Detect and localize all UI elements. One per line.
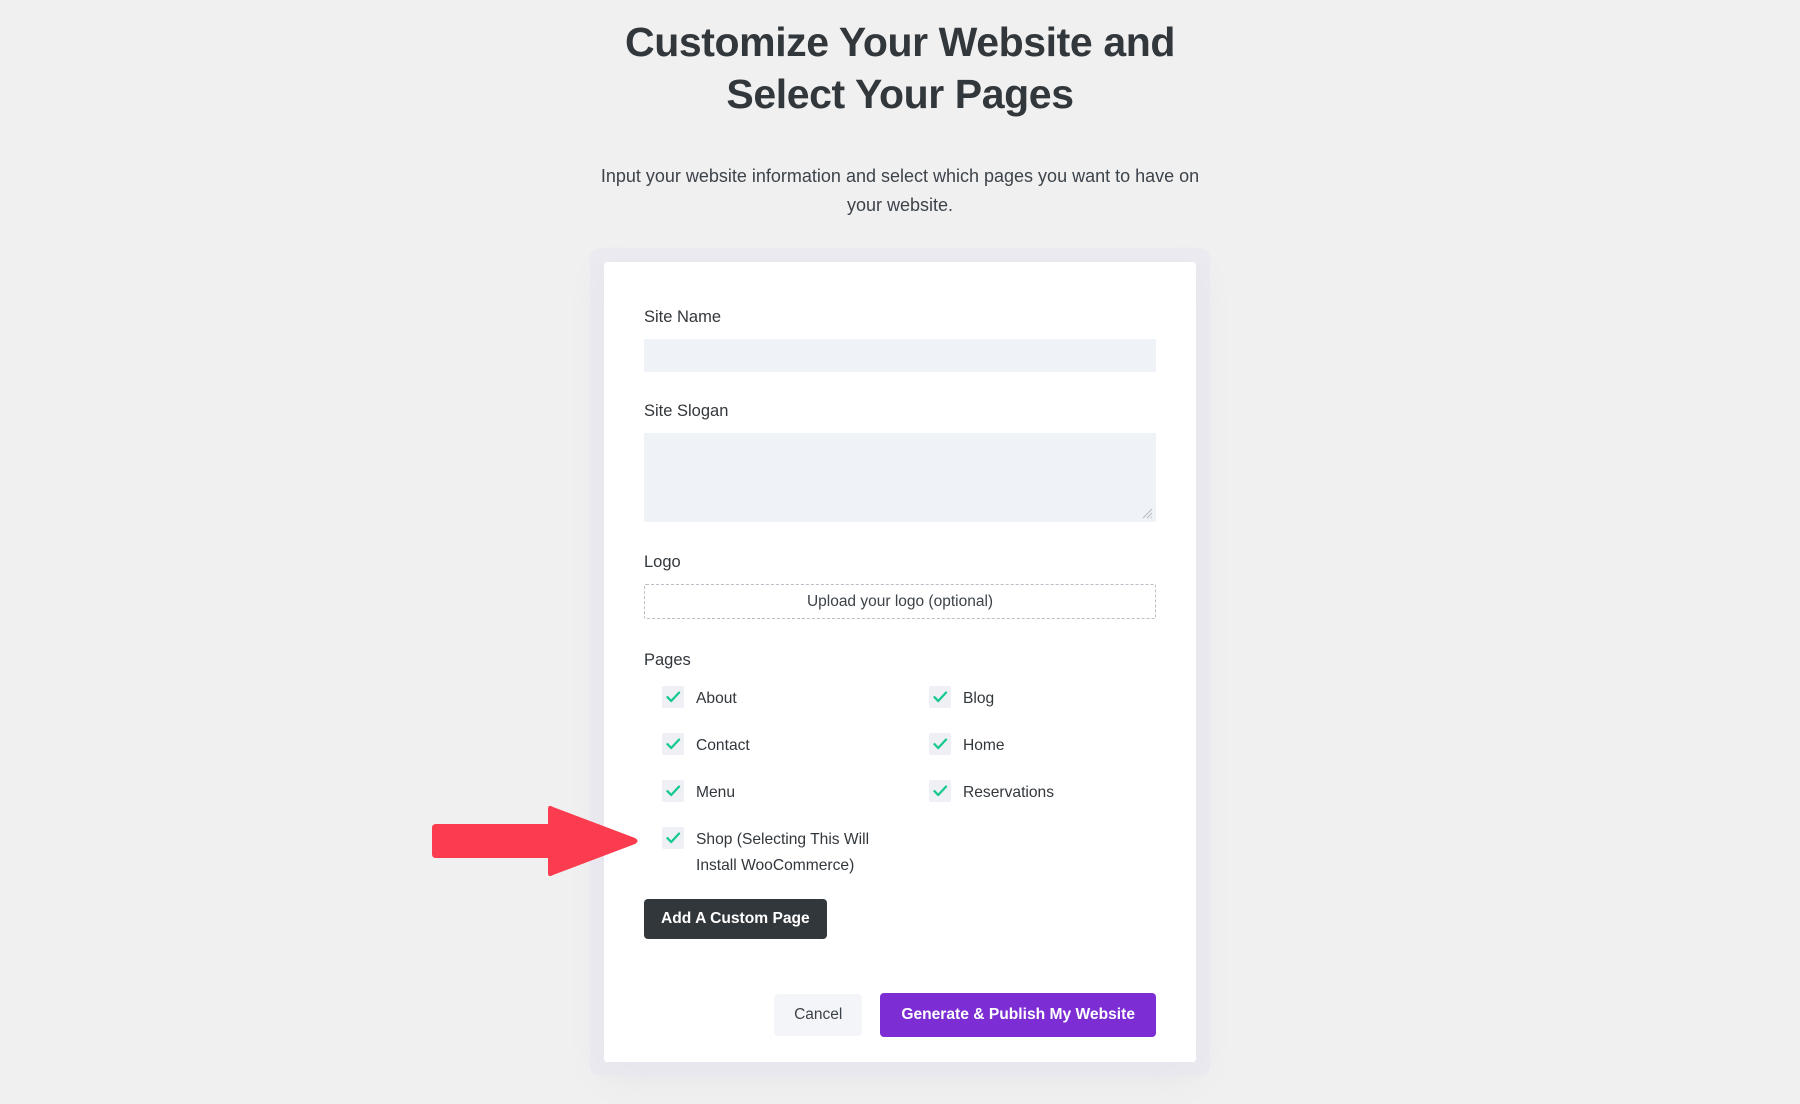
add-custom-page-button[interactable]: Add A Custom Page (644, 899, 827, 939)
site-slogan-textarea[interactable] (644, 433, 1156, 522)
page-checkbox-contact[interactable]: Contact (662, 733, 929, 780)
pages-label: Pages (644, 651, 691, 669)
page-checkbox-blog[interactable]: Blog (929, 686, 1174, 733)
page-label: Home (963, 737, 1005, 754)
customization-card: Site Name Site Slogan Logo Upload your l… (604, 262, 1196, 1062)
checkbox-checked-icon[interactable] (662, 780, 684, 802)
page-header: Customize Your Website and Select Your P… (0, 0, 1800, 220)
cancel-button[interactable]: Cancel (774, 994, 863, 1036)
card-content: Site Name Site Slogan Logo Upload your l… (604, 262, 1196, 1037)
page-subtitle: Input your website information and selec… (600, 166, 1200, 215)
page-checkbox-shop[interactable]: Shop (Selecting This Will Install WooCom… (662, 827, 929, 883)
logo-upload-text: Upload your logo (optional) (806, 592, 994, 610)
page-checkbox-reservations[interactable]: Reservations (929, 780, 1174, 827)
page-label: About (696, 690, 737, 707)
generate-publish-button[interactable]: Generate & Publish My Website (880, 993, 1156, 1037)
page-root: Customize Your Website and Select Your P… (0, 0, 1800, 1104)
logo-field-group: Logo Upload your logo (optional) (644, 551, 1156, 619)
page-label: Menu (696, 784, 736, 801)
page-checkbox-home[interactable]: Home (929, 733, 1174, 780)
checkbox-checked-icon[interactable] (662, 686, 684, 708)
pages-grid-spacer (929, 827, 1174, 883)
site-slogan-label: Site Slogan (644, 402, 729, 420)
page-label: Contact (696, 737, 750, 754)
page-label: Shop (Selecting This Will Install WooCom… (696, 831, 870, 874)
pages-checkbox-grid: About Blog Contact Home Menu Reservation… (644, 686, 1156, 883)
logo-label: Logo (644, 553, 681, 571)
page-title: Customize Your Website and Select Your P… (624, 19, 1176, 117)
page-label: Reservations (963, 784, 1055, 801)
pages-field-group: Pages About Blog Contact Home Menu Reser… (644, 649, 1156, 939)
logo-upload-dropzone[interactable]: Upload your logo (optional) (644, 584, 1156, 619)
site-name-input[interactable] (644, 339, 1156, 372)
checkbox-checked-icon[interactable] (662, 827, 684, 849)
site-name-field-group: Site Name (644, 306, 1156, 372)
checkbox-checked-icon[interactable] (662, 733, 684, 755)
checkbox-checked-icon[interactable] (929, 686, 951, 708)
site-name-label: Site Name (644, 308, 722, 326)
checkbox-checked-icon[interactable] (929, 733, 951, 755)
site-slogan-field-group: Site Slogan (644, 400, 1156, 522)
site-slogan-wrapper (644, 433, 1156, 522)
page-label: Blog (963, 690, 995, 707)
checkbox-checked-icon[interactable] (929, 780, 951, 802)
card-footer-actions: Cancel Generate & Publish My Website (644, 993, 1156, 1037)
page-checkbox-about[interactable]: About (662, 686, 929, 733)
page-checkbox-menu[interactable]: Menu (662, 780, 929, 827)
